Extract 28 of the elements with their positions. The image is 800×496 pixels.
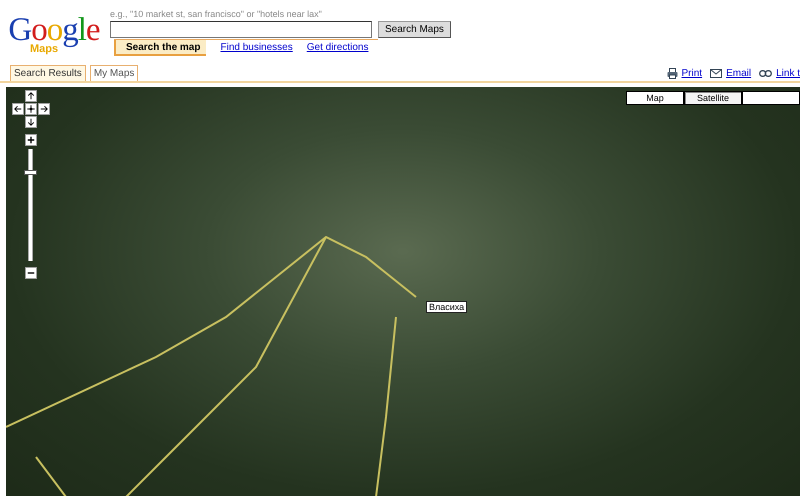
chain-link-icon[interactable] [759, 70, 772, 77]
printer-icon[interactable] [666, 68, 678, 79]
pan-left-icon[interactable] [12, 103, 24, 115]
search-tab[interactable]: Get directions [306, 40, 368, 55]
pan-down-icon[interactable] [24, 116, 36, 128]
panel-tab[interactable]: My Maps [90, 65, 138, 81]
search-hint: e.g., "10 market st, san francisco" or "hotels near lax" [110, 8, 323, 21]
envelope-icon[interactable] [710, 69, 722, 78]
zoom-slider-thumb[interactable] [24, 170, 37, 176]
map-type-button[interactable]: Map [626, 91, 684, 105]
pan-right-icon[interactable] [38, 103, 50, 115]
search-tab[interactable]: Search the map [114, 40, 206, 56]
zoom-in-icon[interactable] [24, 134, 36, 146]
map-type-button[interactable]: Satellite [684, 91, 742, 105]
search-field[interactable] [110, 21, 372, 38]
panel-tab[interactable]: Search Results [10, 65, 86, 81]
pan-up-icon[interactable] [24, 90, 36, 102]
page-link[interactable]: Print [682, 68, 702, 79]
search-tab[interactable]: Find businesses [220, 40, 293, 55]
page-link[interactable]: Email [726, 68, 752, 79]
search-maps-button[interactable]: Search Maps [378, 21, 451, 38]
zoom-out-icon[interactable] [24, 267, 36, 279]
center-icon[interactable] [24, 103, 36, 115]
map-type-button[interactable] [742, 91, 800, 105]
place-label: Власиха [426, 301, 468, 313]
google-maps-logo[interactable]: Google Maps [6, 13, 102, 61]
page-link[interactable]: Link t [776, 68, 800, 79]
satellite-map-photo[interactable]: Map Satellite Власиха [6, 87, 800, 496]
